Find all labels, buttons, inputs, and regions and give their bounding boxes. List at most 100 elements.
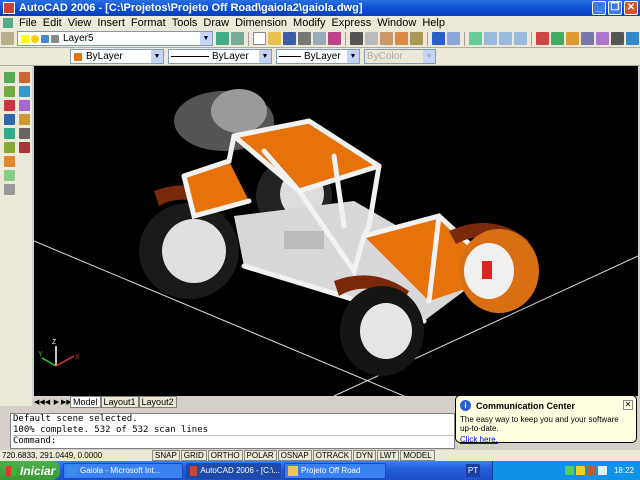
tray-volume-icon[interactable] — [597, 466, 607, 475]
tool-palettes-icon[interactable] — [566, 32, 579, 45]
chevron-down-icon[interactable]: ▼ — [200, 32, 212, 45]
dyn-toggle[interactable]: DYN — [353, 450, 376, 461]
lwt-toggle[interactable]: LWT — [376, 450, 400, 461]
calculator-icon[interactable] — [611, 32, 624, 45]
polygon-icon[interactable] — [4, 100, 15, 111]
menu-view[interactable]: View — [65, 17, 95, 29]
pan-icon[interactable] — [469, 32, 482, 45]
layer-manager-icon[interactable] — [1, 32, 14, 45]
tab-layout2[interactable]: Layout2 — [138, 395, 177, 408]
polar-toggle[interactable]: POLAR — [243, 450, 277, 461]
layer-previous-icon[interactable] — [231, 32, 244, 45]
first-tab-icon[interactable]: ◀◀ — [34, 398, 45, 406]
zoom-window-icon[interactable] — [499, 32, 512, 45]
taskbar-item-browser[interactable]: Gaiola - Microsoft Int... — [63, 462, 183, 479]
close-button[interactable]: ✕ — [624, 1, 638, 15]
copy-icon[interactable] — [365, 32, 378, 45]
snap-toggle[interactable]: SNAP — [152, 450, 180, 461]
color-dropdown[interactable]: ByLayer ▼ — [70, 49, 164, 64]
lineweight-dropdown[interactable]: ByLayer ▼ — [276, 49, 360, 64]
arc-icon[interactable] — [4, 128, 15, 139]
menu-edit[interactable]: Edit — [40, 17, 65, 29]
plot-icon[interactable] — [298, 32, 311, 45]
undo-icon[interactable] — [432, 32, 445, 45]
tray-security-icon[interactable] — [575, 466, 585, 475]
command-window[interactable]: Default scene selected. 100% complete. 5… — [10, 413, 455, 449]
save-icon[interactable] — [283, 32, 296, 45]
start-button[interactable]: Iniciar — [0, 461, 60, 480]
zoom-previous-icon[interactable] — [514, 32, 527, 45]
mirror-icon[interactable] — [19, 100, 30, 111]
model-toggle[interactable]: MODEL — [400, 450, 435, 461]
tray-network-icon[interactable] — [564, 466, 574, 475]
tray-app-icon[interactable] — [586, 466, 596, 475]
open-folder-icon[interactable] — [268, 32, 281, 45]
document-icon[interactable] — [3, 18, 13, 28]
linetype-dropdown[interactable]: ByLayer ▼ — [168, 49, 272, 64]
language-indicator[interactable]: PT — [466, 464, 480, 477]
next-tab-icon[interactable]: ▶ — [52, 398, 61, 406]
copy-object-icon[interactable] — [19, 86, 30, 97]
menu-modify[interactable]: Modify — [290, 17, 328, 29]
line-icon[interactable] — [4, 72, 15, 83]
block-editor-icon[interactable] — [410, 32, 423, 45]
new-file-icon[interactable] — [253, 32, 266, 45]
layer-dropdown[interactable]: Layer5 ▼ — [17, 31, 213, 46]
draw-modify-toolbars — [0, 66, 32, 406]
redo-icon[interactable] — [447, 32, 460, 45]
tab-model[interactable]: Model — [70, 395, 101, 408]
spline-icon[interactable] — [4, 156, 15, 167]
hatch-icon[interactable] — [4, 170, 15, 181]
ortho-toggle[interactable]: ORTHO — [207, 450, 243, 461]
region-icon[interactable] — [4, 184, 15, 195]
tab-layout1[interactable]: Layout1 — [100, 395, 139, 408]
autocad-app-icon[interactable] — [3, 2, 15, 14]
move-icon[interactable] — [19, 142, 30, 153]
plot-preview-icon[interactable] — [313, 32, 326, 45]
restore-button[interactable]: ❐ — [608, 1, 622, 15]
drawing-viewport[interactable]: Z X Y — [34, 66, 638, 396]
osnap-toggle[interactable]: OSNAP — [277, 450, 312, 461]
menu-file[interactable]: File — [16, 17, 40, 29]
rectangle-icon[interactable] — [4, 114, 15, 125]
menu-draw[interactable]: Draw — [200, 17, 232, 29]
chevron-down-icon[interactable]: ▼ — [151, 50, 163, 63]
circle-icon[interactable] — [4, 142, 15, 153]
markup-icon[interactable] — [596, 32, 609, 45]
balloon-close-icon[interactable]: ✕ — [623, 400, 633, 410]
sheet-set-icon[interactable] — [581, 32, 594, 45]
zoom-realtime-icon[interactable] — [484, 32, 497, 45]
array-icon[interactable] — [19, 128, 30, 139]
menu-express[interactable]: Express — [328, 17, 374, 29]
publish-icon[interactable] — [328, 32, 341, 45]
taskbar-item-autocad[interactable]: AutoCAD 2006 - [C:\... — [186, 462, 281, 479]
help-icon[interactable] — [626, 32, 639, 45]
balloon-link[interactable]: Click here. — [460, 435, 632, 444]
match-properties-icon[interactable] — [395, 32, 408, 45]
polyline-icon[interactable] — [4, 86, 15, 97]
grid-toggle[interactable]: GRID — [180, 450, 207, 461]
erase-icon[interactable] — [19, 72, 30, 83]
properties-icon[interactable] — [536, 32, 549, 45]
prev-tab-icon[interactable]: ◀ — [43, 398, 52, 406]
minimize-button[interactable]: _ — [592, 1, 606, 15]
command-prompt[interactable]: Command: — [13, 435, 454, 447]
otrack-toggle[interactable]: OTRACK — [312, 450, 353, 461]
menu-format[interactable]: Format — [128, 17, 169, 29]
menu-window[interactable]: Window — [374, 17, 419, 29]
chevron-down-icon[interactable]: ▼ — [259, 50, 271, 63]
offset-icon[interactable] — [19, 114, 30, 125]
taskbar-item-folder[interactable]: Projeto Off Road — [284, 462, 386, 479]
wheel-rim — [360, 303, 412, 359]
make-layer-current-icon[interactable] — [216, 32, 229, 45]
cut-icon[interactable] — [350, 32, 363, 45]
design-center-icon[interactable] — [551, 32, 564, 45]
last-tab-icon[interactable]: ▶▶ — [61, 398, 72, 406]
chevron-down-icon[interactable]: ▼ — [347, 50, 359, 63]
menu-dimension[interactable]: Dimension — [232, 17, 290, 29]
balloon-header: i Communication Center — [460, 400, 632, 411]
menu-help[interactable]: Help — [419, 17, 448, 29]
menu-insert[interactable]: Insert — [94, 17, 128, 29]
paste-icon[interactable] — [380, 32, 393, 45]
menu-tools[interactable]: Tools — [169, 17, 201, 29]
